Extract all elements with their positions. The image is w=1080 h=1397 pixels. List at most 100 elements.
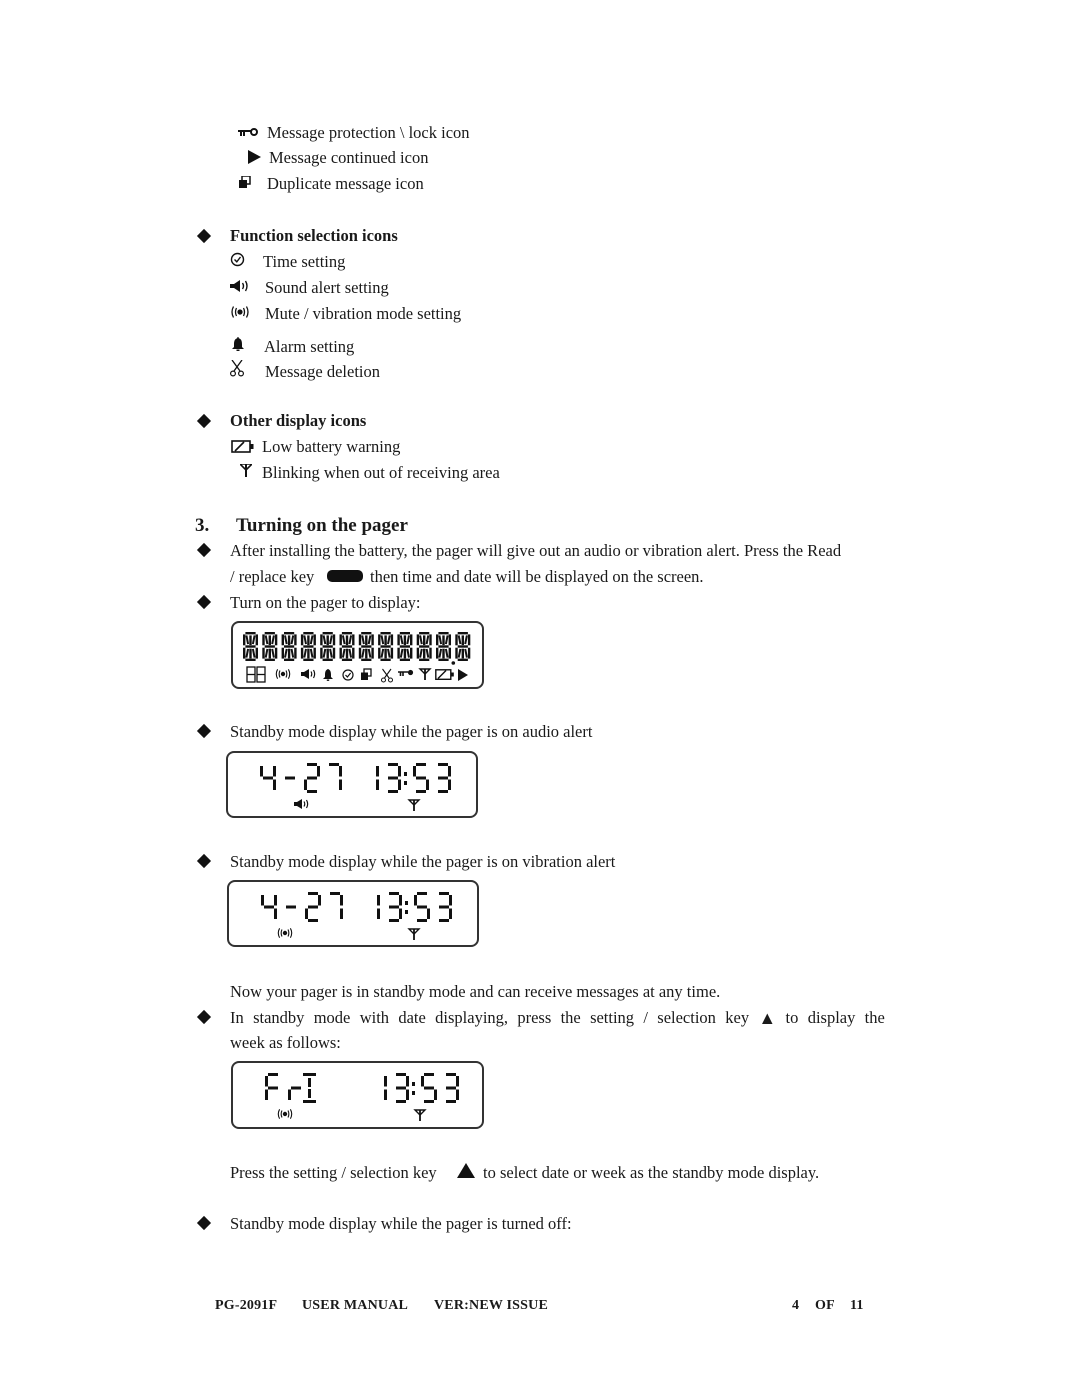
lcd-segment bbox=[264, 658, 275, 661]
lcd-segment bbox=[446, 1086, 456, 1090]
lcd-vibration-standby-display bbox=[227, 880, 479, 947]
lcd-digit bbox=[414, 892, 430, 922]
lcd-segment bbox=[416, 776, 426, 780]
lcd-segment bbox=[326, 635, 329, 646]
speaker-icon bbox=[294, 799, 309, 809]
lcd-segment bbox=[294, 647, 297, 659]
lcd-segment bbox=[414, 895, 417, 906]
footer-total-pages: 11 bbox=[850, 1298, 864, 1313]
word: setting bbox=[590, 1008, 635, 1027]
antenna-icon bbox=[407, 928, 421, 940]
justified-paragraph-line: In standby mode with date displaying, press the… bbox=[230, 1008, 885, 1028]
lcd-segment bbox=[455, 634, 458, 646]
lcd-segment bbox=[284, 645, 295, 648]
lcd-digit bbox=[397, 632, 413, 661]
lcd-segment bbox=[249, 648, 252, 659]
key-lock-icon bbox=[398, 669, 414, 676]
lcd-digit bbox=[455, 632, 471, 661]
lcd-segment bbox=[304, 779, 307, 790]
key-lock-icon bbox=[238, 128, 258, 138]
lcd-segment bbox=[419, 632, 430, 635]
caption: Standby mode display while the pager is … bbox=[230, 852, 616, 871]
lcd-decimal-point bbox=[451, 661, 456, 665]
lcd-digit bbox=[330, 892, 343, 919]
paragraph-line: / replace key bbox=[230, 567, 315, 586]
lcd-segment bbox=[352, 634, 355, 646]
lcd-segment bbox=[308, 1078, 311, 1087]
lcd-segment bbox=[438, 776, 448, 780]
lcd-digit bbox=[446, 1073, 459, 1103]
lcd-segment bbox=[456, 1076, 459, 1087]
antenna-icon bbox=[413, 1109, 427, 1121]
footer-of: OF bbox=[815, 1298, 835, 1313]
lcd-segment bbox=[339, 779, 342, 790]
lcd-segment bbox=[300, 647, 304, 659]
bullet-diamond bbox=[196, 542, 212, 558]
lcd-segment bbox=[260, 766, 263, 777]
lcd-segment bbox=[419, 645, 430, 648]
speaker-icon bbox=[301, 669, 316, 679]
lcd-segment bbox=[264, 645, 275, 648]
lcd-segment bbox=[384, 1089, 387, 1100]
lcd-segment bbox=[399, 645, 410, 648]
lcd-digit bbox=[421, 1073, 437, 1103]
lcd-segment bbox=[388, 763, 398, 766]
word: press bbox=[517, 1008, 552, 1027]
scissors-icon bbox=[230, 360, 244, 377]
lcd-digit bbox=[389, 892, 402, 922]
word: standby bbox=[253, 1008, 305, 1027]
caption: Standby mode display while the pager is … bbox=[230, 722, 593, 741]
lcd-segment bbox=[265, 1076, 268, 1087]
lcd-digit bbox=[304, 763, 320, 793]
lcd-segment bbox=[358, 647, 362, 659]
lcd-segment bbox=[421, 1076, 424, 1087]
word: displaying, bbox=[435, 1008, 509, 1027]
up-triangle-key-icon: ▲ bbox=[758, 1008, 777, 1028]
lcd-segment bbox=[274, 647, 278, 659]
lcd-segment bbox=[389, 905, 399, 909]
lcd-segment bbox=[268, 635, 271, 646]
lcd-small-digit bbox=[246, 666, 256, 683]
lcd-segment bbox=[397, 647, 400, 659]
lcd-segment bbox=[416, 647, 420, 659]
lcd-segment bbox=[322, 632, 333, 635]
lcd-segment bbox=[417, 892, 427, 895]
lcd-segment bbox=[308, 892, 318, 895]
lcd-segment bbox=[245, 645, 256, 648]
lcd-segment bbox=[284, 632, 295, 635]
bell-icon bbox=[323, 669, 333, 681]
lcd-segment bbox=[265, 1089, 268, 1100]
lcd-segment bbox=[326, 648, 329, 659]
lcd-segment bbox=[449, 908, 452, 919]
low-battery-icon bbox=[435, 669, 454, 681]
word: the bbox=[864, 1008, 885, 1027]
lcd-segment bbox=[339, 766, 342, 777]
read-replace-key-icon bbox=[327, 570, 363, 582]
lcd-segment bbox=[291, 1086, 301, 1090]
lcd-digit bbox=[358, 632, 374, 661]
lcd-digit bbox=[377, 895, 380, 919]
lcd-segment bbox=[281, 647, 284, 659]
footer-model: PG-2091F bbox=[215, 1298, 278, 1313]
lcd-segment bbox=[434, 1089, 437, 1100]
lcd-colon bbox=[405, 901, 408, 914]
lcd-segment bbox=[426, 779, 429, 790]
paragraph-line: Now your pager is in standby mode and ca… bbox=[230, 982, 721, 1001]
lcd-segment bbox=[417, 919, 427, 922]
lcd-segment bbox=[461, 648, 464, 659]
lcd-digit bbox=[262, 632, 278, 661]
list-item-label: Duplicate message icon bbox=[267, 174, 424, 193]
lcd-segment bbox=[376, 779, 379, 790]
lcd-segment bbox=[376, 766, 379, 777]
lcd-segment bbox=[449, 895, 452, 906]
bell-icon bbox=[232, 337, 244, 351]
lcd-segment bbox=[243, 634, 246, 646]
lcd-segment bbox=[268, 1086, 278, 1090]
section-title: Function selection icons bbox=[230, 226, 398, 245]
lcd-segment bbox=[448, 647, 451, 659]
lcd-segment bbox=[329, 763, 339, 766]
lcd-digit bbox=[413, 763, 429, 793]
lcd-segment bbox=[457, 632, 468, 635]
lcd-segment bbox=[307, 776, 317, 780]
lcd-segment bbox=[273, 766, 276, 777]
